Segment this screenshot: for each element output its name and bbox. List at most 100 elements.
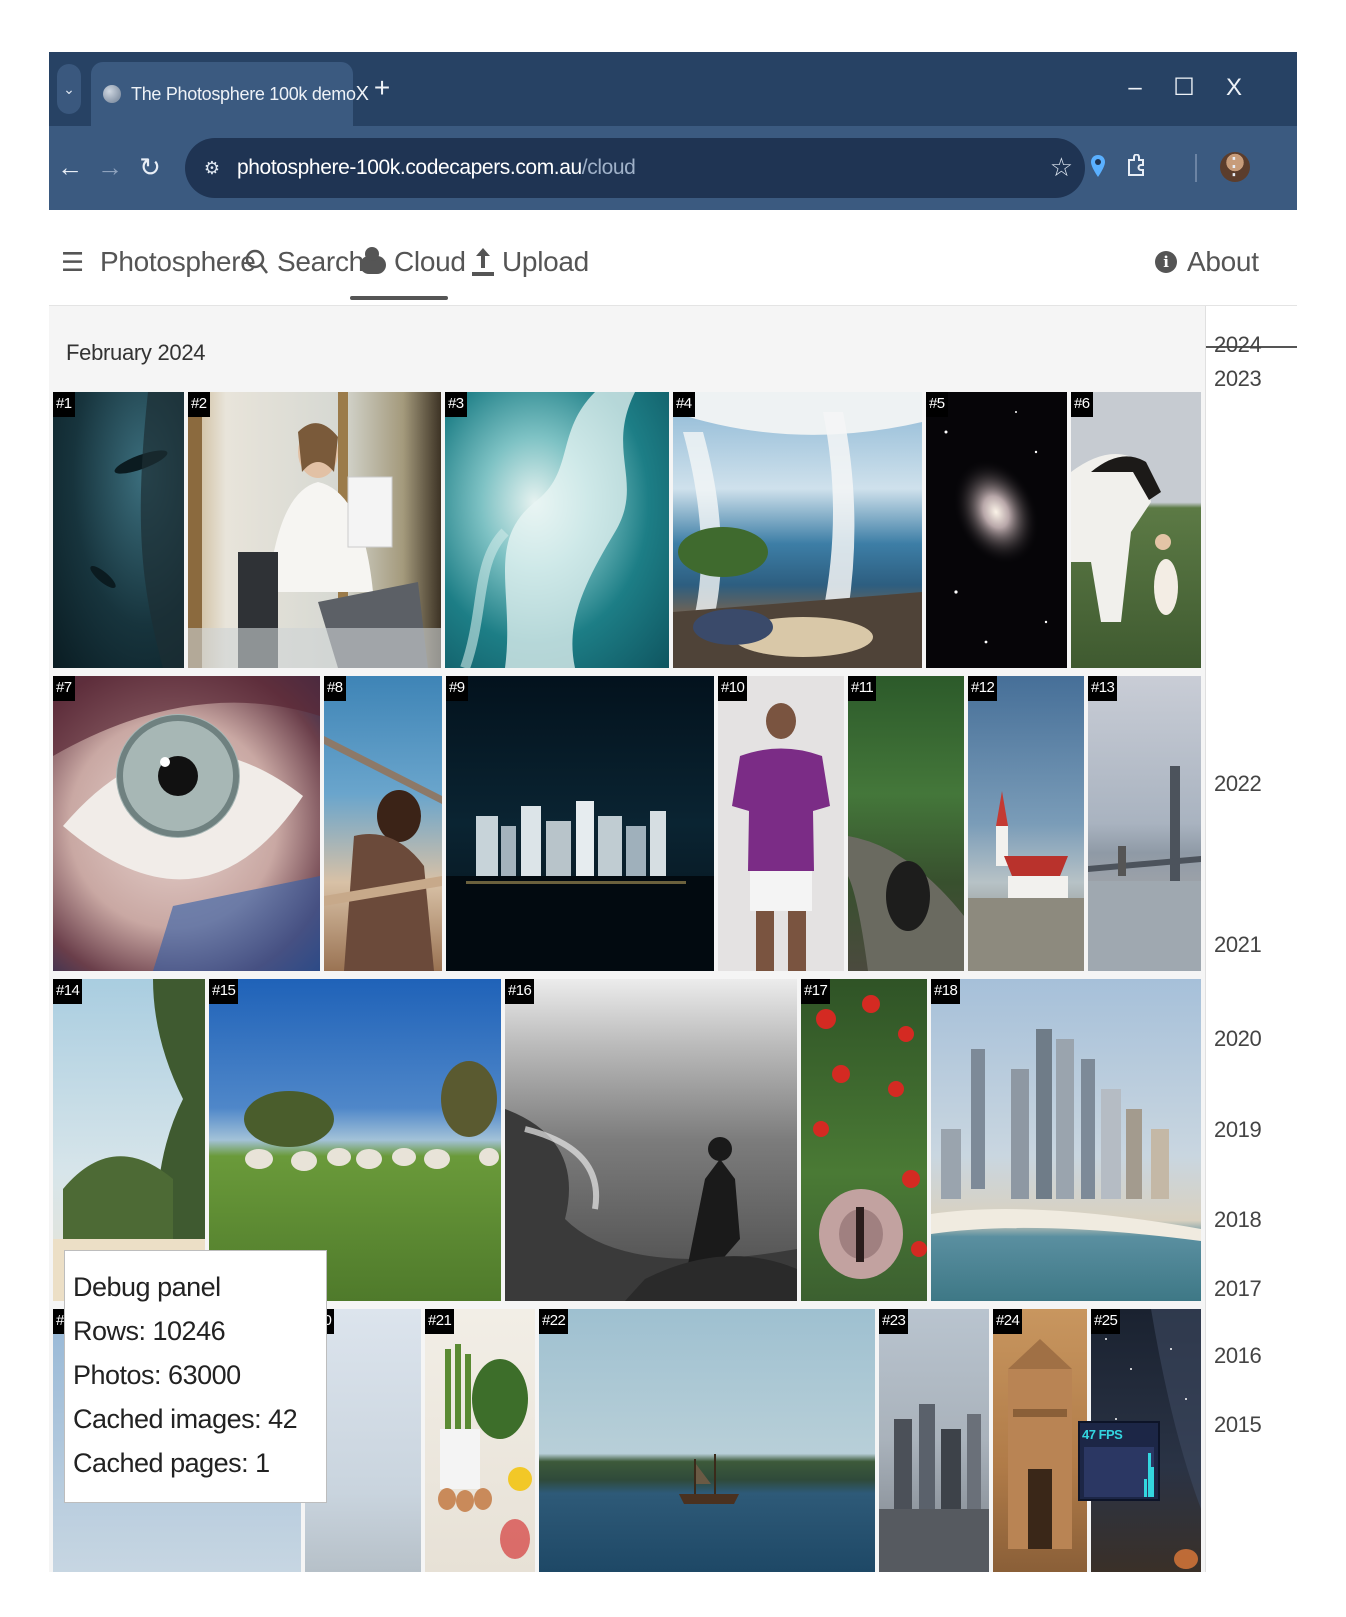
eye-image bbox=[53, 676, 320, 971]
night-city-image bbox=[446, 801, 714, 971]
url-path: /cloud bbox=[581, 156, 636, 179]
tab-search-button[interactable]: ⌄ bbox=[57, 64, 81, 114]
photo-tile[interactable]: #11 bbox=[848, 676, 964, 971]
timeline-year[interactable]: 2020 bbox=[1214, 1026, 1262, 1052]
fps-graph bbox=[1084, 1447, 1154, 1497]
photo-tile[interactable]: #5 bbox=[926, 392, 1067, 668]
office-woman-image bbox=[188, 392, 441, 668]
photo-number-badge: #24 bbox=[993, 1309, 1023, 1334]
nav-cloud[interactable]: Cloud bbox=[360, 246, 466, 278]
horse-image bbox=[1071, 454, 1178, 622]
dolphins-image bbox=[90, 392, 184, 668]
reload-icon[interactable]: ↻ bbox=[135, 152, 165, 182]
debug-photos: Photos: 63000 bbox=[73, 1360, 241, 1390]
brand-title: Photosphere bbox=[100, 246, 256, 277]
globe-icon bbox=[103, 85, 121, 103]
photo-number-badge: #12 bbox=[968, 676, 998, 701]
nav-about[interactable]: i About bbox=[1155, 246, 1259, 278]
photo-tile[interactable]: #1 bbox=[53, 392, 184, 668]
minimize-button[interactable]: – bbox=[1120, 74, 1150, 102]
timeline-year[interactable]: 2018 bbox=[1214, 1207, 1262, 1233]
photo-number-badge: #15 bbox=[209, 979, 239, 1004]
nav-upload[interactable]: Upload bbox=[472, 246, 589, 278]
nav-cloud-label: Cloud bbox=[394, 246, 466, 277]
timeline-year[interactable]: 2021 bbox=[1214, 932, 1262, 958]
close-window-button[interactable]: X bbox=[1219, 74, 1249, 102]
url-text: photosphere-100k.codecapers.com.au/cloud bbox=[237, 156, 636, 180]
bookmark-star-icon[interactable]: ☆ bbox=[1050, 152, 1073, 182]
man-purple-shirt-image bbox=[732, 703, 830, 971]
photo-tile[interactable]: #7 bbox=[53, 676, 320, 971]
timeline-year[interactable]: 2015 bbox=[1214, 1412, 1262, 1438]
section-title: February 2024 bbox=[66, 340, 206, 365]
photo-number-badge: #5 bbox=[926, 392, 948, 417]
photo-tile[interactable]: #3 bbox=[445, 392, 669, 668]
church-image bbox=[968, 791, 1084, 971]
sea-bw-image bbox=[505, 1109, 797, 1301]
tab-strip: ⌄ The Photosphere 100k demo X + – ☐ X bbox=[49, 52, 1297, 126]
photo-tile[interactable]: #4 bbox=[673, 392, 922, 668]
photo-number-badge: #22 bbox=[539, 1309, 569, 1334]
chevron-down-icon: ⌄ bbox=[63, 80, 75, 97]
info-icon: i bbox=[1155, 251, 1177, 273]
timeline-year[interactable]: 2017 bbox=[1214, 1276, 1262, 1302]
fps-meter: 47 FPS bbox=[1078, 1421, 1160, 1501]
vegetables-image bbox=[438, 1344, 532, 1559]
extension-pin-icon[interactable] bbox=[1083, 148, 1113, 184]
photo-tile[interactable]: #9 bbox=[446, 676, 714, 971]
browser-tab[interactable]: The Photosphere 100k demo X bbox=[91, 62, 369, 126]
menu-button[interactable]: ☰ Photosphere bbox=[61, 246, 256, 278]
nav-search[interactable]: Search bbox=[245, 246, 364, 278]
new-tab-button[interactable]: + bbox=[367, 72, 397, 104]
bridge-image bbox=[1088, 766, 1201, 971]
photo-tile[interactable]: #2 bbox=[188, 392, 441, 668]
address-bar[interactable]: ⚙ photosphere-100k.codecapers.com.au/clo… bbox=[185, 138, 1085, 198]
photo-tile[interactable]: #10 bbox=[718, 676, 844, 971]
photo-number-badge: #25 bbox=[1091, 1309, 1121, 1334]
debug-cached-images: Cached images: 42 bbox=[73, 1404, 298, 1434]
debug-rows: Rows: 10246 bbox=[73, 1316, 226, 1346]
photo-tile[interactable]: #22 bbox=[539, 1309, 875, 1572]
photo-tile[interactable]: #12 bbox=[968, 676, 1084, 971]
photo-number-badge: #4 bbox=[673, 392, 695, 417]
extensions-puzzle-icon[interactable] bbox=[1121, 148, 1151, 184]
browser-toolbar: ← → ↻ ⚙ photosphere-100k.codecapers.com.… bbox=[49, 126, 1297, 210]
photo-number-badge: #18 bbox=[931, 979, 961, 1004]
photo-tile[interactable]: #23 bbox=[879, 1309, 989, 1572]
active-tab-indicator bbox=[350, 296, 448, 300]
photo-number-badge: #17 bbox=[801, 979, 831, 1004]
photo-tile[interactable]: #24 bbox=[993, 1309, 1087, 1572]
photo-number-badge: #6 bbox=[1071, 392, 1093, 417]
timeline-year[interactable]: 2016 bbox=[1214, 1343, 1262, 1369]
photo-tile[interactable]: #8 bbox=[324, 676, 442, 971]
sailing-ship-image bbox=[679, 1454, 739, 1504]
photo-number-badge: #10 bbox=[718, 676, 748, 701]
photo-tile[interactable]: #16 bbox=[505, 979, 797, 1301]
fps-bar bbox=[1144, 1479, 1147, 1497]
cloud-icon bbox=[360, 247, 386, 274]
forward-arrow-icon[interactable]: → bbox=[95, 152, 125, 182]
fps-label: 47 FPS bbox=[1082, 1427, 1123, 1442]
photo-tile[interactable]: #17 bbox=[801, 979, 927, 1301]
photo-number-badge: #3 bbox=[445, 392, 467, 417]
photo-number-badge: #2 bbox=[188, 392, 210, 417]
photo-tile[interactable]: #18 bbox=[931, 979, 1201, 1301]
site-settings-icon[interactable]: ⚙ bbox=[197, 158, 227, 179]
back-arrow-icon[interactable]: ← bbox=[55, 152, 85, 182]
maximize-button[interactable]: ☐ bbox=[1169, 74, 1199, 102]
year-timeline[interactable]: 2024 2023 2022 2021 2020 2019 2018 2017 … bbox=[1205, 306, 1297, 1572]
nav-search-label: Search bbox=[277, 246, 364, 277]
timeline-year[interactable]: 2024 bbox=[1214, 332, 1262, 358]
toolbar-separator bbox=[1195, 154, 1197, 182]
photo-number-badge: #8 bbox=[324, 676, 346, 701]
timeline-year[interactable]: 2022 bbox=[1214, 771, 1262, 797]
timeline-year[interactable]: 2019 bbox=[1214, 1117, 1262, 1143]
upload-icon bbox=[472, 248, 494, 276]
photo-number-badge: #23 bbox=[879, 1309, 909, 1334]
ocean-waves-image bbox=[460, 392, 635, 668]
timeline-year[interactable]: 2023 bbox=[1214, 366, 1262, 392]
photo-tile[interactable]: #21 bbox=[425, 1309, 535, 1572]
photo-tile[interactable]: #6 bbox=[1071, 392, 1201, 668]
photo-tile[interactable]: #13 bbox=[1088, 676, 1201, 971]
more-vert-icon[interactable]: ⋮ bbox=[1219, 148, 1249, 184]
